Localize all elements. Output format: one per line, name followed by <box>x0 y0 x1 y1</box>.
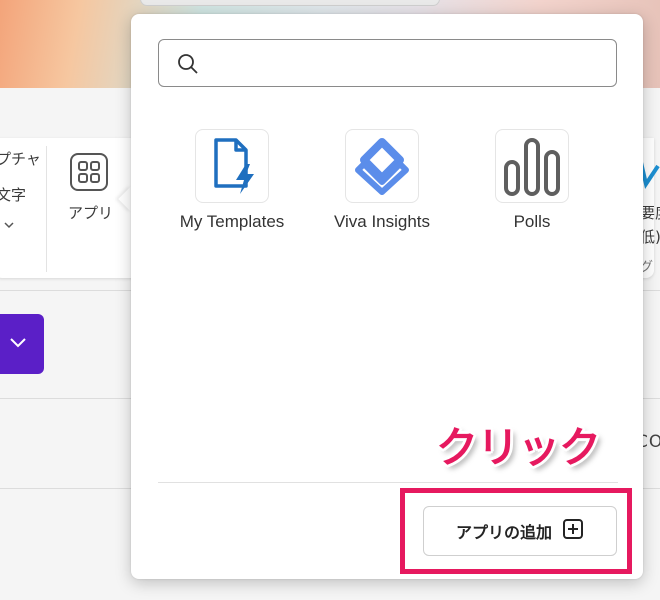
top-scroll-pill <box>140 0 440 6</box>
apps-button[interactable]: アプリ <box>62 150 118 226</box>
expand-button[interactable] <box>0 314 44 374</box>
ribbon-divider <box>46 146 47 272</box>
app-label: Viva Insights <box>333 212 431 231</box>
my-templates-icon <box>195 129 269 203</box>
apps-grid-icon <box>69 152 109 196</box>
ribbon-label-importance[interactable]: 要度 <box>640 202 660 223</box>
polls-icon <box>495 129 569 203</box>
app-label: Polls <box>513 212 551 231</box>
add-app-label: アプリの追加 <box>455 523 552 542</box>
search-icon <box>177 53 199 79</box>
search-input[interactable] <box>209 48 599 78</box>
apps-button-label: アプリ <box>68 204 114 222</box>
click-callout: クリック <box>436 423 601 472</box>
app-tile-my-templates[interactable]: My Templates <box>157 129 307 239</box>
apps-flyout: My Templates Viva Insights Polls アプリの追加 <box>131 14 643 579</box>
chevron-down-icon <box>7 331 29 357</box>
plus-box-icon <box>562 518 584 544</box>
app-tile-polls[interactable]: Polls <box>457 129 607 239</box>
ribbon-label-low[interactable]: 低) <box>640 226 660 247</box>
chevron-down-icon[interactable] <box>2 218 16 236</box>
app-label: My Templates <box>179 212 285 231</box>
flyout-divider <box>158 482 618 483</box>
add-app-button[interactable]: アプリの追加 <box>423 506 617 556</box>
viva-insights-icon <box>345 129 419 203</box>
ribbon-label-picture[interactable]: プチャ <box>0 148 41 169</box>
app-tile-viva-insights[interactable]: Viva Insights <box>307 129 457 239</box>
ribbon-label-text[interactable]: 文字 <box>0 184 26 205</box>
search-box[interactable] <box>158 39 617 87</box>
